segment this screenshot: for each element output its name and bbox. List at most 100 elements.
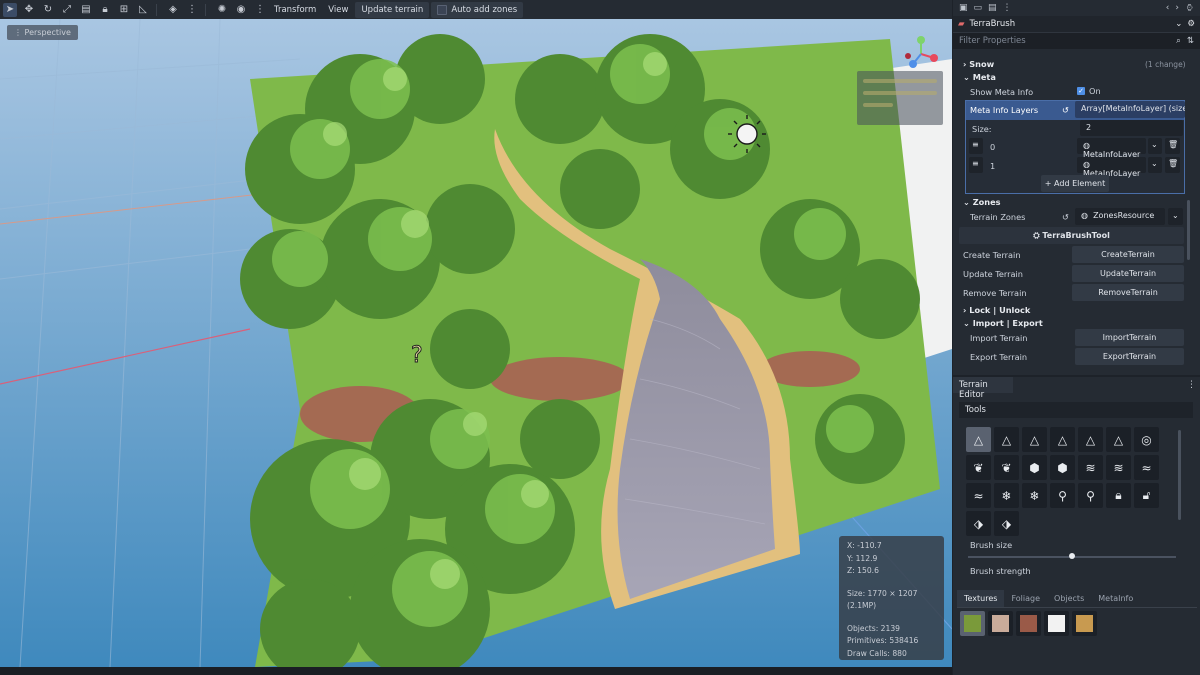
unlock-tool-icon[interactable]: 🔓︎ [1134, 483, 1159, 508]
tab-objects[interactable]: Objects [1047, 590, 1091, 607]
lower-terrain-tool-icon[interactable]: △ [994, 427, 1019, 452]
layer-resource-field[interactable]: ◍ MetaInfoLayer [1077, 138, 1146, 159]
group-icon[interactable]: ⊞ [117, 3, 131, 17]
remove-water-tool-icon[interactable]: ≋ [1106, 455, 1131, 480]
set-angle-tool-icon[interactable]: △ [1106, 427, 1131, 452]
chevron-down-icon[interactable]: ⌄ [1175, 19, 1182, 29]
ruler-icon[interactable]: ◺ [136, 3, 150, 17]
terrain-zones-field[interactable]: ◍ ZonesResource [1075, 208, 1165, 225]
new-resource-icon[interactable]: ▣ [959, 3, 968, 13]
show-meta-info-value: On [1089, 86, 1101, 96]
texture-swatch-snow[interactable] [1044, 611, 1069, 636]
chevron-down-icon[interactable]: ⌄ [1148, 138, 1162, 154]
inspector-scrollbar[interactable] [1187, 200, 1190, 260]
snap-icon[interactable]: ⋮ [185, 3, 199, 17]
import-terrain-button[interactable]: ImportTerrain [1075, 329, 1184, 346]
terrain-editor-tab[interactable]: Terrain Editor [953, 377, 1013, 400]
chevron-down-icon[interactable]: ⌄ [1168, 208, 1183, 225]
select-tool-icon[interactable]: ➤ [3, 2, 17, 17]
add-hole-tool-icon[interactable]: ⚲ [1050, 483, 1075, 508]
remove-meta-info-tool-icon[interactable]: ⬗ [994, 511, 1019, 536]
primitives-count: Primitives: 538416 [847, 636, 919, 645]
more-icon[interactable]: ⋮ [1003, 3, 1012, 13]
remove-foliage-tool-icon[interactable]: ❦ [994, 455, 1019, 480]
panel-menu-icon[interactable]: ⋮ [1187, 380, 1196, 390]
environment-toggle-icon[interactable]: ◉ [234, 3, 248, 17]
create-terrain-label: Create Terrain [963, 250, 1021, 260]
history-forward-icon[interactable]: › [1175, 3, 1179, 13]
history-back-icon[interactable]: ‹ [1166, 3, 1170, 13]
open-folder-icon[interactable]: ▭ [974, 3, 983, 13]
tools-scrollbar[interactable] [1178, 430, 1181, 520]
axis-gizmo-icon [905, 36, 938, 68]
rotate-tool-icon[interactable]: ↻ [41, 3, 55, 17]
create-terrain-button[interactable]: CreateTerrain [1072, 246, 1184, 263]
meta-section[interactable]: ⌄ Meta [963, 72, 996, 82]
trash-icon[interactable]: 🗑︎ [1165, 157, 1180, 173]
tab-foliage[interactable]: Foliage [1004, 590, 1047, 607]
auto-add-zones-toggle[interactable]: Auto add zones [431, 1, 524, 18]
add-element-button[interactable]: + Add Element [1041, 175, 1109, 192]
add-object-tool-icon[interactable]: ⬢ [1022, 455, 1047, 480]
array-size-input[interactable]: 2 [1080, 120, 1183, 136]
tab-metainfo[interactable]: MetaInfo [1091, 590, 1140, 607]
plus-icon: + [1044, 179, 1055, 188]
perspective-menu[interactable]: ⋮ Perspective [7, 25, 78, 40]
add-meta-info-tool-icon[interactable]: ⬗ [966, 511, 991, 536]
water-flow-tool-icon[interactable]: ≈ [1134, 455, 1159, 480]
drag-handle-icon[interactable]: ≡ [969, 157, 983, 173]
history-icon[interactable]: ⌚︎ [1185, 2, 1194, 15]
object-properties-icon[interactable]: ⚙︎ [1187, 19, 1195, 29]
remove-terrain-button[interactable]: RemoveTerrain [1072, 284, 1184, 301]
resource-selector[interactable]: ▰ TerraBrush ⌄ ⚙︎ [953, 16, 1200, 32]
transform-menu[interactable]: Transform [269, 3, 321, 17]
lock-unlock-section[interactable]: › Lock | Unlock [963, 305, 1030, 315]
lock-icon[interactable]: 🔒︎ [98, 3, 112, 17]
scale-tool-icon[interactable]: ⤢ [60, 3, 74, 17]
move-tool-icon[interactable]: ✥ [22, 3, 36, 17]
remove-hole-tool-icon[interactable]: ⚲ [1078, 483, 1103, 508]
meta-info-layers-value[interactable]: Array[MetaInfoLayer] (size 2 [1075, 101, 1185, 118]
paint-texture-tool-icon[interactable]: ◎ [1134, 427, 1159, 452]
snow-section[interactable]: › Snow [963, 59, 994, 69]
set-height-tool-icon[interactable]: △ [1078, 427, 1103, 452]
save-icon[interactable]: ▤ [988, 3, 997, 13]
texture-swatch-gravel[interactable] [988, 611, 1013, 636]
zones-section[interactable]: ⌄ Zones [963, 197, 1001, 207]
drag-handle-icon[interactable]: ≡ [969, 138, 983, 154]
add-foliage-tool-icon[interactable]: ❦ [966, 455, 991, 480]
texture-swatch-grass[interactable] [960, 611, 985, 636]
texture-swatch-sand[interactable] [1072, 611, 1097, 636]
revert-icon[interactable]: ↺ [1062, 212, 1069, 222]
lock-tool-icon[interactable]: 🔒︎ [1106, 483, 1131, 508]
revert-icon[interactable]: ↺ [1062, 105, 1069, 115]
sun-toggle-icon[interactable]: ✺ [215, 3, 229, 17]
update-terrain-button[interactable]: UpdateTerrain [1072, 265, 1184, 282]
add-water-tool-icon[interactable]: ≋ [1078, 455, 1103, 480]
brush-size-knob[interactable] [1069, 553, 1075, 559]
terrain-scene: ? [0, 19, 952, 667]
import-export-section[interactable]: ⌄ Import | Export [963, 318, 1043, 328]
local-space-icon[interactable]: ◈ [166, 3, 180, 17]
view-menu[interactable]: View [323, 3, 353, 17]
remove-object-tool-icon[interactable]: ⬢ [1050, 455, 1075, 480]
raise-terrain-tool-icon[interactable]: △ [966, 427, 991, 452]
remove-snow-tool-icon[interactable]: ❄ [1022, 483, 1047, 508]
list-select-icon[interactable]: ▤ [79, 3, 93, 17]
show-meta-info-toggle[interactable]: ✓ On [1077, 86, 1101, 96]
filter-settings-icon[interactable]: ⇅ [1187, 36, 1194, 46]
export-terrain-button[interactable]: ExportTerrain [1075, 348, 1184, 365]
update-terrain-button[interactable]: Update terrain [355, 1, 430, 18]
water-flow-remove-tool-icon[interactable]: ≈ [966, 483, 991, 508]
chevron-down-icon[interactable]: ⌄ [1148, 157, 1162, 173]
add-snow-tool-icon[interactable]: ❄ [994, 483, 1019, 508]
more-options-icon[interactable]: ⋮ [253, 3, 267, 17]
trash-icon[interactable]: 🗑︎ [1165, 138, 1180, 154]
smooth-terrain-tool-icon[interactable]: △ [1022, 427, 1047, 452]
texture-swatch-dirt[interactable] [1016, 611, 1041, 636]
flatten-terrain-tool-icon[interactable]: △ [1050, 427, 1075, 452]
3d-viewport[interactable]: ? ⋮ Perspective X: -110.7 Y: 112.9 Z: 15… [0, 19, 952, 667]
filter-properties-input[interactable]: Filter Properties ⌕ ⇅ [953, 32, 1200, 49]
layer-resource-field[interactable]: ◍ MetaInfoLayer [1077, 157, 1146, 178]
tab-textures[interactable]: Textures [957, 590, 1005, 607]
